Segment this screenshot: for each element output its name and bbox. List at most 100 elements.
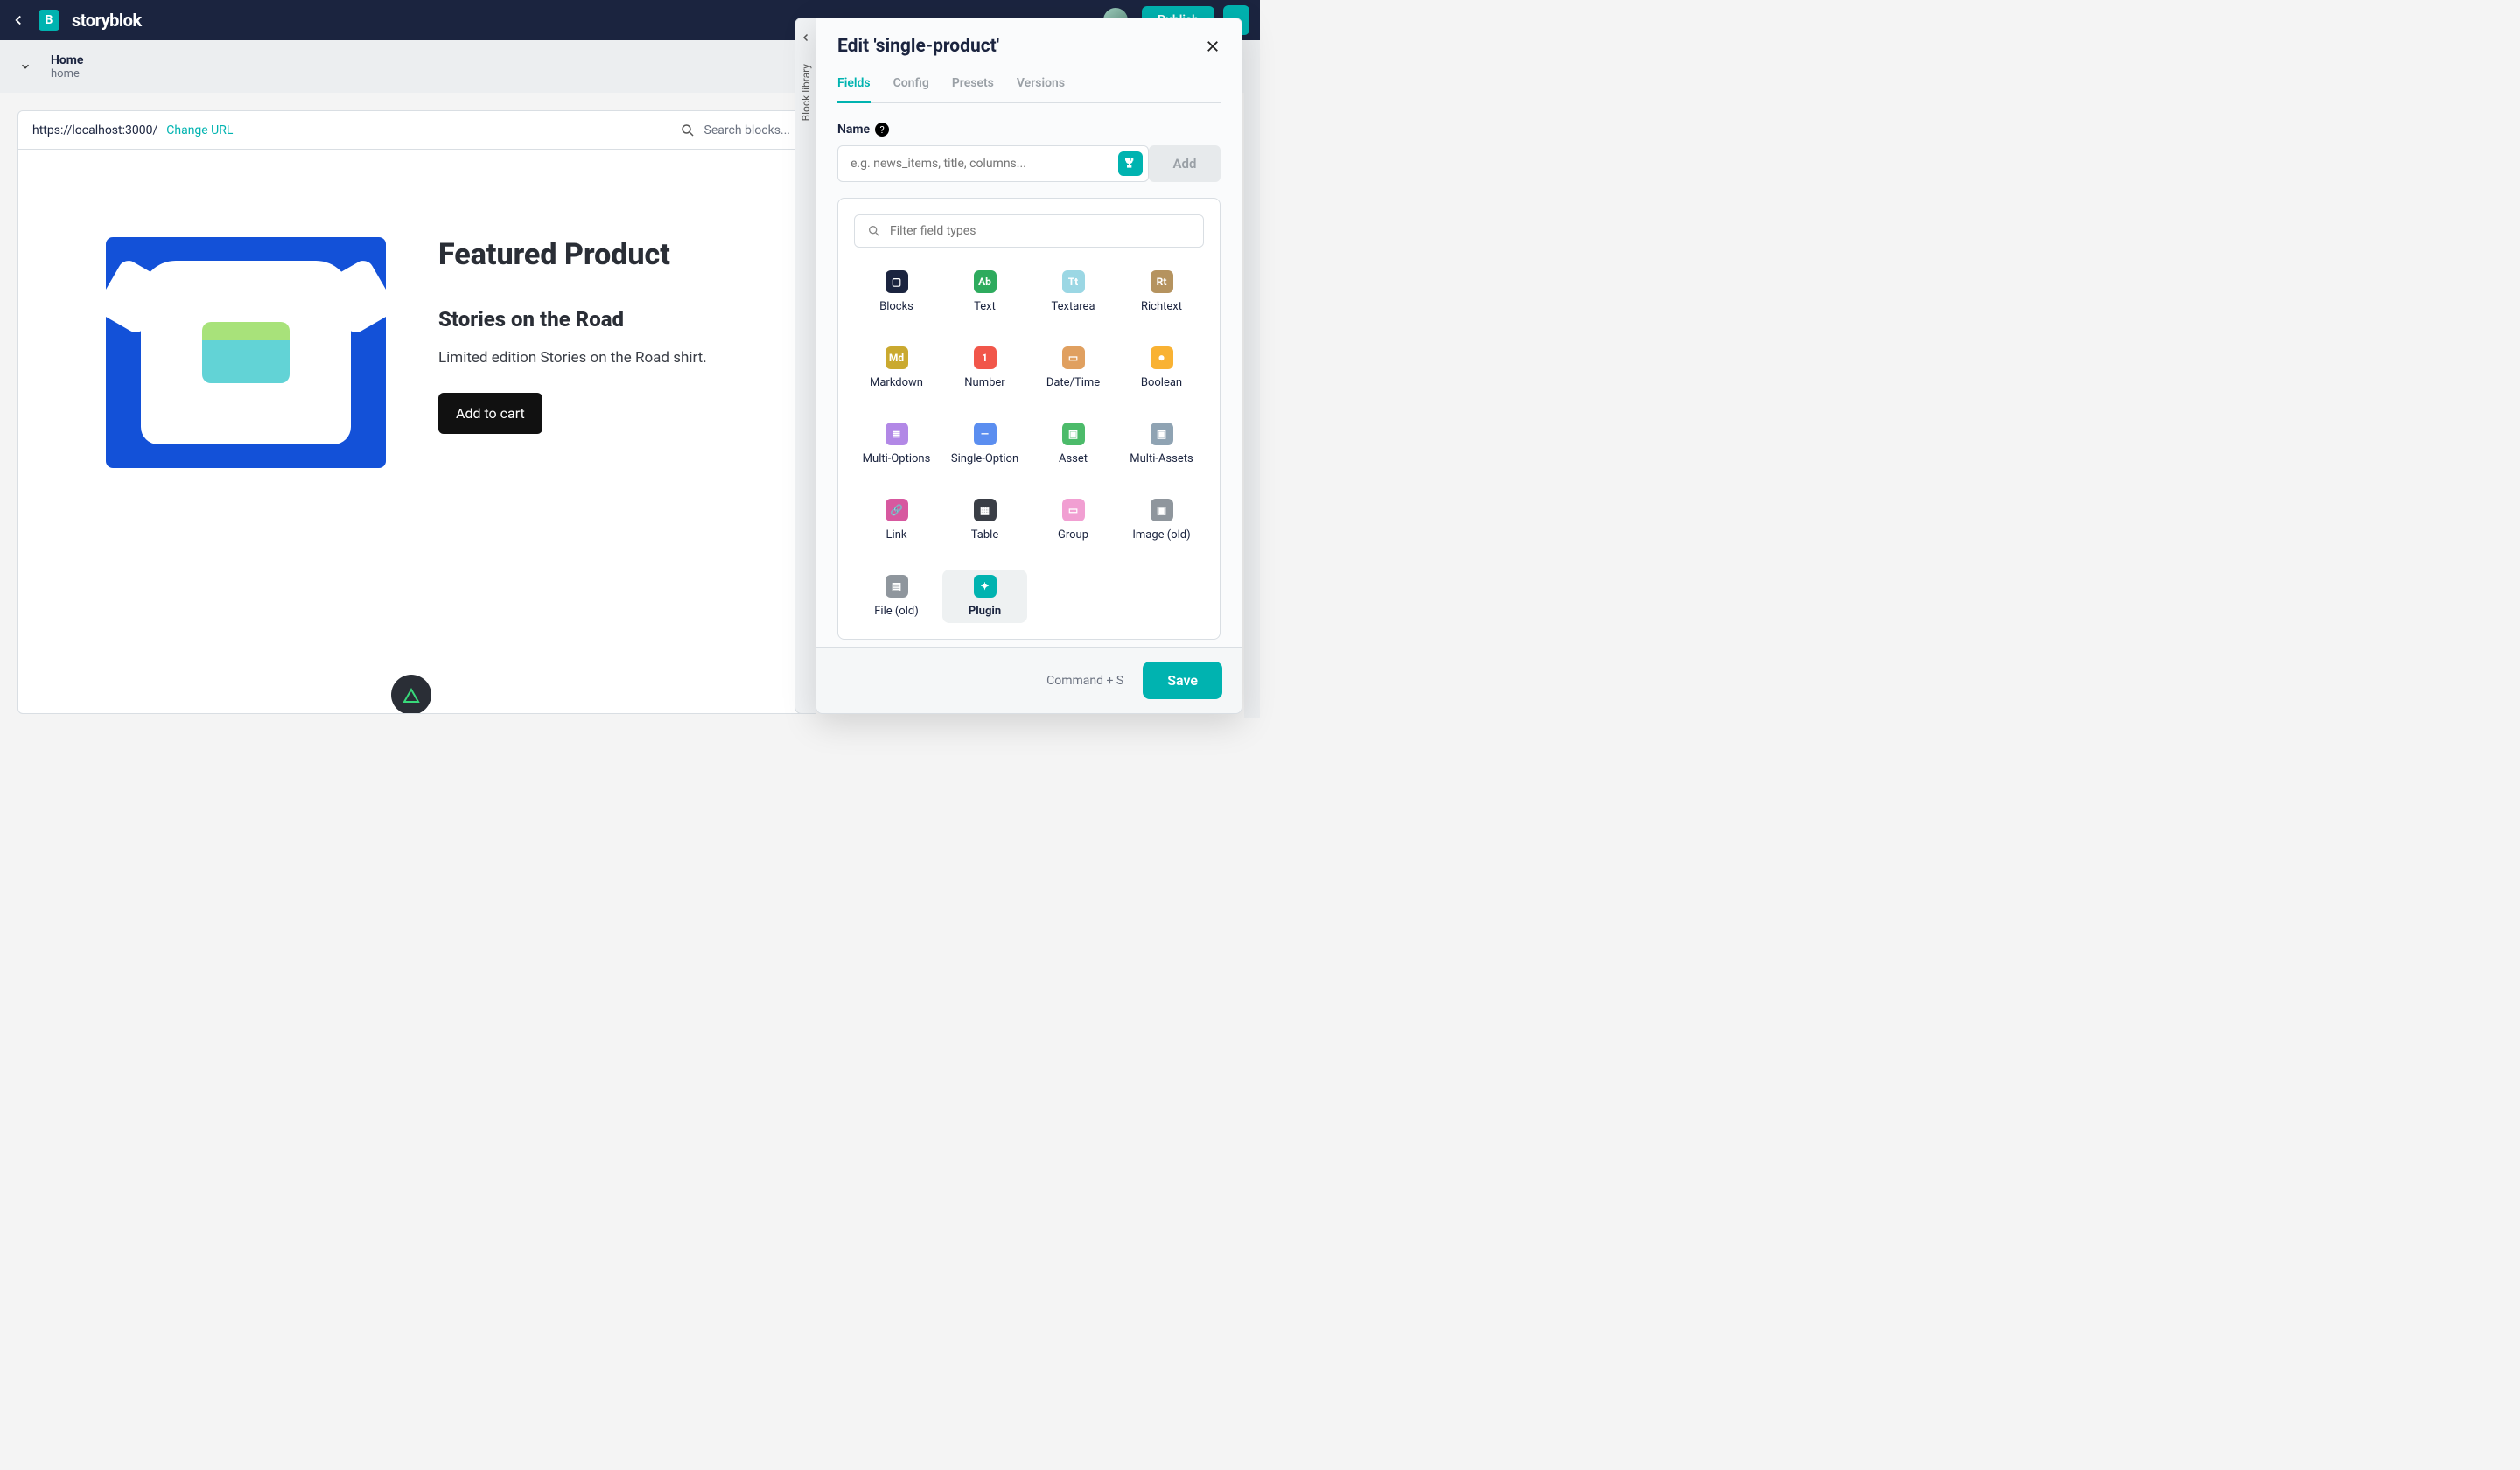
file-old--icon: ▤ [886, 575, 908, 598]
name-input[interactable] [838, 146, 1118, 181]
field-type-link[interactable]: 🔗Link [854, 494, 939, 547]
boolean-icon: ⏺ [1151, 346, 1173, 369]
tab-fields[interactable]: Fields [837, 76, 871, 103]
tab-versions[interactable]: Versions [1017, 76, 1065, 102]
field-type-multi-options[interactable]: ≣Multi-Options [854, 417, 939, 471]
edit-panel: Edit 'single-product' Fields Config Preset… [816, 18, 1242, 714]
page-slug: home [51, 67, 83, 80]
panel-title: Edit 'single-product' [837, 36, 999, 57]
logo-text: storyblok [72, 10, 142, 31]
field-type-date-time[interactable]: ▭ Date/Time [1031, 341, 1116, 395]
field-type-multi-assets[interactable]: ▣Multi-Assets [1119, 417, 1204, 471]
search-icon [867, 224, 881, 238]
help-icon[interactable]: ? [875, 122, 889, 136]
close-button[interactable] [1205, 38, 1221, 54]
markdown-icon: Md [886, 346, 908, 369]
preview-area: https://localhost:3000/ Change URL Searc… [18, 110, 805, 714]
field-type-asset[interactable]: ▣ Asset [1031, 417, 1116, 471]
panel-tabs: Fields Config Presets Versions [837, 76, 1221, 103]
search-placeholder: Search blocks... [704, 123, 790, 137]
add-field-button[interactable]: Add [1149, 145, 1221, 182]
number-icon: 1 [974, 346, 997, 369]
field-type-text[interactable]: Ab Text [942, 265, 1027, 318]
tshirt-art [202, 322, 290, 383]
field-type-label: Group [1058, 528, 1088, 542]
panel-header: Edit 'single-product' Fields Config Preset… [816, 18, 1242, 103]
table-icon: ▦ [974, 499, 997, 522]
field-type-file-old-[interactable]: ▤File (old) [854, 570, 939, 623]
field-type-single-option[interactable]: — Single-Option [942, 417, 1027, 471]
richtext-icon: Rt [1151, 270, 1173, 293]
date-time-icon: ▭ [1062, 346, 1085, 369]
right-edge-area [1244, 40, 1260, 718]
preview-url: https://localhost:3000/ [32, 123, 158, 137]
plugin-chip-icon[interactable] [1118, 151, 1143, 176]
field-types-grid: ▢ Blocks Ab Text Tt Textarea Rt Richtext Md Markd… [854, 265, 1204, 623]
field-type-plugin[interactable]: ✦ Plugin [942, 570, 1027, 623]
asset-icon: ▣ [1062, 423, 1085, 445]
page-title: Home [51, 53, 83, 67]
text-icon: Ab [974, 270, 997, 293]
product-heading: Featured Product [438, 237, 707, 272]
add-to-cart-button[interactable]: Add to cart [438, 393, 542, 434]
panel-footer: Command + S Save [816, 647, 1242, 713]
field-type-image-old-[interactable]: ▣ Image (old) [1119, 494, 1204, 547]
group-icon: ▭ [1062, 499, 1085, 522]
field-type-label: Blocks [879, 300, 914, 313]
shortcut-hint: Command + S [1046, 674, 1124, 688]
field-type-label: Multi-Options [863, 452, 931, 466]
link-icon: 🔗 [886, 499, 908, 522]
breadcrumb-text: Home home [51, 53, 83, 80]
field-type-boolean[interactable]: ⏺ Boolean [1119, 341, 1204, 395]
field-type-label: Markdown [870, 376, 923, 389]
tab-presets[interactable]: Presets [952, 76, 994, 102]
field-type-label: Asset [1059, 452, 1088, 466]
single-option-icon: — [974, 423, 997, 445]
filter-input-wrap[interactable] [854, 214, 1204, 248]
product-details: Featured Product Stories on the Road Lim… [438, 237, 707, 434]
filter-field-types-input[interactable] [890, 224, 1191, 238]
field-type-label: Image (old) [1132, 528, 1190, 542]
field-type-label: Table [971, 528, 998, 542]
blocks-icon: ▢ [886, 270, 908, 293]
field-type-label: Date/Time [1046, 376, 1100, 389]
save-button[interactable]: Save [1143, 662, 1222, 699]
field-type-label: Single-Option [951, 452, 1018, 466]
product-description: Limited edition Stories on the Road shir… [438, 349, 707, 367]
preview-url-bar: https://localhost:3000/ Change URL Searc… [18, 111, 804, 150]
field-type-blocks[interactable]: ▢ Blocks [854, 265, 939, 318]
change-url-link[interactable]: Change URL [166, 123, 233, 137]
block-library-tab[interactable]: Block library [794, 18, 816, 714]
name-input-container [837, 145, 1149, 182]
image-old--icon: ▣ [1151, 499, 1173, 522]
back-arrow-icon[interactable] [10, 12, 26, 28]
field-type-label: Plugin [969, 605, 1001, 618]
search-icon [680, 122, 696, 138]
field-type-table[interactable]: ▦ Table [942, 494, 1027, 547]
field-type-label: Textarea [1051, 300, 1095, 313]
tab-config[interactable]: Config [893, 76, 929, 102]
field-type-label: Number [964, 376, 1004, 389]
chevron-down-icon[interactable] [19, 60, 37, 73]
field-type-markdown[interactable]: Md Markdown [854, 341, 939, 395]
field-type-group[interactable]: ▭ Group [1031, 494, 1116, 547]
field-type-number[interactable]: 1 Number [942, 341, 1027, 395]
field-type-label: Boolean [1141, 376, 1182, 389]
field-type-richtext[interactable]: Rt Richtext [1119, 265, 1204, 318]
breadcrumb-left: Home home [19, 53, 83, 80]
field-type-label: Richtext [1141, 300, 1182, 313]
logo-icon: B [38, 10, 60, 31]
chevron-left-icon[interactable] [801, 32, 811, 43]
plugin-icon: ✦ [974, 575, 997, 598]
textarea-icon: Tt [1062, 270, 1085, 293]
url-left: https://localhost:3000/ Change URL [32, 123, 233, 137]
tshirt-graphic [141, 261, 351, 444]
field-type-label: Text [974, 300, 996, 313]
side-panel-wrap: Block library Edit 'single-product' Fiel… [794, 18, 1242, 714]
field-type-label: Multi-Assets [1130, 452, 1193, 466]
block-library-label: Block library [800, 64, 812, 121]
field-type-textarea[interactable]: Tt Textarea [1031, 265, 1116, 318]
search-blocks[interactable]: Search blocks... [680, 122, 790, 138]
product-name: Stories on the Road [438, 307, 707, 332]
field-types-box: ▢ Blocks Ab Text Tt Textarea Rt Richtext Md Markd… [837, 198, 1221, 640]
